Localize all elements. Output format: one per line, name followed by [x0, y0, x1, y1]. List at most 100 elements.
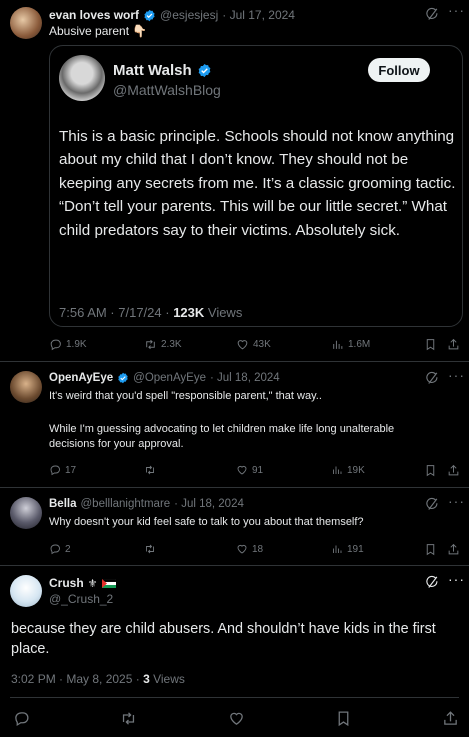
author-name[interactable]: OpenAyEye	[49, 372, 113, 384]
author-name[interactable]: Crush	[49, 576, 84, 590]
share-button[interactable]	[447, 543, 460, 556]
more-icon[interactable]: ···	[448, 493, 465, 509]
views-icon	[331, 338, 344, 351]
views-icon	[331, 464, 343, 476]
author-name[interactable]: Bella	[49, 498, 77, 510]
views-label: Views	[149, 672, 185, 686]
repost-count: 2.3K	[161, 339, 182, 350]
reply-count: 2	[65, 543, 71, 555]
views-count: 1.6M	[348, 339, 371, 350]
reply-icon[interactable]	[13, 710, 30, 727]
author-name[interactable]: evan loves worf	[49, 8, 139, 22]
avatar-matt-walsh[interactable]	[59, 55, 105, 101]
like-count: 91	[252, 464, 264, 476]
author-handle[interactable]: @esjesjesj	[160, 8, 218, 22]
bookmark-icon	[424, 338, 437, 351]
bookmark-icon	[424, 543, 437, 556]
divider	[0, 487, 469, 488]
repost-button[interactable]	[144, 464, 160, 476]
divider	[0, 361, 469, 362]
views-button[interactable]: 191	[331, 543, 364, 555]
quoted-views-label: Views	[204, 305, 243, 320]
reply-count: 1.9K	[66, 339, 87, 350]
views-count: 191	[347, 543, 364, 555]
views-count: 3	[143, 672, 150, 686]
like-button[interactable]: 91	[236, 464, 263, 476]
reply-button[interactable]: 17	[49, 464, 76, 476]
post-text-continued: While I'm guessing advocating to let chi…	[49, 423, 395, 450]
like-button[interactable]: 43K	[236, 338, 271, 351]
grok-icon[interactable]	[425, 371, 440, 386]
emoji-icon: ⚜	[87, 577, 98, 590]
post-text: Why doesn't your kid feel safe to talk t…	[49, 516, 364, 528]
quoted-post[interactable]: Matt Walsh @MattWalshBlog Follow This is…	[49, 45, 463, 327]
reply-count: 17	[65, 464, 77, 476]
post-text: because they are child abusers. And shou…	[11, 621, 436, 657]
like-icon	[236, 338, 249, 351]
repost-button[interactable]: 2.3K	[144, 338, 182, 351]
repost-icon	[144, 338, 157, 351]
like-icon	[236, 543, 248, 555]
bookmark-button[interactable]	[424, 464, 437, 477]
verified-icon	[117, 372, 129, 384]
views-button[interactable]: 1.6M	[331, 338, 370, 351]
quoted-post-time[interactable]: 7:56 AM · 7/17/24 ·	[59, 305, 173, 320]
bookmark-icon	[424, 464, 437, 477]
bookmark-icon[interactable]	[335, 710, 352, 727]
flag-icon	[101, 578, 116, 588]
post-date[interactable]: · Jul 18, 2024	[174, 498, 244, 510]
reply-icon	[49, 338, 62, 351]
reply-icon	[49, 464, 61, 476]
grok-icon[interactable]	[425, 7, 440, 22]
avatar-openayeye[interactable]	[10, 371, 42, 403]
post-date[interactable]: · Jul 18, 2024	[210, 372, 280, 384]
post-time[interactable]: 3:02 PM · May 8, 2025 ·	[11, 672, 143, 686]
share-icon	[447, 338, 460, 351]
reply-icon	[49, 543, 61, 555]
author-handle[interactable]: @belllanightmare	[81, 498, 171, 510]
like-icon	[236, 464, 248, 476]
quoted-views-count: 123K	[173, 305, 205, 320]
follow-button[interactable]: Follow	[368, 58, 430, 82]
share-button[interactable]	[447, 338, 460, 351]
bookmark-button[interactable]	[424, 338, 437, 351]
repost-icon	[144, 543, 156, 555]
share-icon	[447, 464, 460, 477]
avatar-crush[interactable]	[10, 575, 42, 607]
more-icon[interactable]: ···	[448, 367, 465, 383]
post-date[interactable]: · Jul 17, 2024	[222, 8, 295, 22]
views-icon	[331, 543, 343, 555]
views-button[interactable]: 19K	[331, 464, 365, 476]
grok-icon[interactable]	[425, 575, 440, 590]
avatar-bella[interactable]	[10, 497, 42, 529]
repost-button[interactable]	[144, 543, 160, 555]
repost-icon[interactable]	[120, 710, 137, 727]
like-count: 18	[252, 543, 264, 555]
author-handle[interactable]: @OpenAyEye	[133, 372, 206, 384]
quoted-post-text: This is a basic principle. Schools shoul…	[59, 128, 456, 239]
more-icon[interactable]: ···	[448, 2, 465, 18]
quoted-author-handle[interactable]: @MattWalshBlog	[113, 82, 221, 98]
author-handle[interactable]: @_Crush_2	[49, 592, 113, 606]
share-icon[interactable]	[442, 710, 459, 727]
like-button[interactable]: 18	[236, 543, 263, 555]
divider	[0, 565, 469, 566]
avatar-evan[interactable]	[10, 7, 42, 39]
post-text: It's weird that you'd spell "responsible…	[49, 390, 322, 402]
repost-icon	[144, 464, 156, 476]
like-count: 43K	[253, 339, 271, 350]
share-icon	[447, 543, 460, 556]
bookmark-button[interactable]	[424, 543, 437, 556]
views-count: 19K	[347, 464, 365, 476]
like-icon[interactable]	[228, 710, 245, 727]
verified-icon	[197, 63, 212, 78]
quoted-author-name[interactable]: Matt Walsh	[113, 62, 192, 79]
reply-button[interactable]: 2	[49, 543, 71, 555]
grok-icon[interactable]	[425, 497, 440, 512]
divider	[10, 697, 459, 698]
share-button[interactable]	[447, 464, 460, 477]
verified-icon	[143, 9, 156, 22]
post-text: Abusive parent 👇🏻	[49, 24, 148, 38]
reply-button[interactable]: 1.9K	[49, 338, 87, 351]
more-icon[interactable]: ···	[448, 571, 465, 587]
